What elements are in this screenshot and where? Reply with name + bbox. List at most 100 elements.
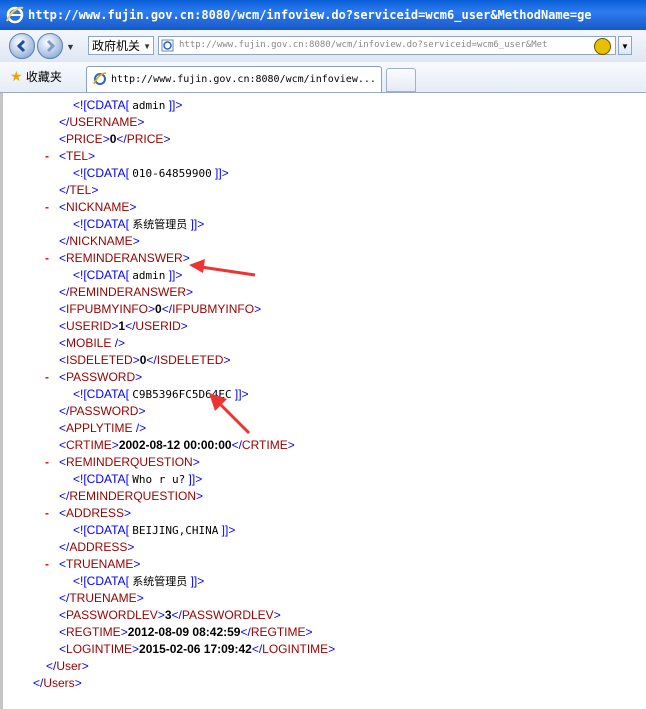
favorites-bar: ★ 收藏夹 http://www.fujin.gov.cn:8080/wcm/i…	[0, 62, 646, 93]
collapse-toggle[interactable]: -	[45, 149, 49, 163]
address-dropdown-button[interactable]: ▼	[618, 36, 632, 55]
xml-line: <![CDATA[ BEIJING,CHINA ]]>	[73, 523, 236, 537]
xml-tag-name: TRUENAME	[69, 591, 137, 605]
xml-line: </PASSWORD>	[59, 404, 146, 418]
annotation-arrow-reminderanswer	[189, 259, 256, 277]
xml-line: <![CDATA[ admin ]]>	[73, 268, 183, 282]
collapse-toggle[interactable]: -	[45, 455, 49, 469]
xml-tag-name: REGTIME	[66, 625, 121, 639]
navigation-bar: ▼ 政府机关 ▼ http://www.fujin.gov.cn:8080/wc…	[0, 30, 646, 63]
back-arrow-icon	[16, 39, 26, 53]
xml-tag-name: PRICE	[126, 132, 164, 146]
xml-line: </TEL>	[59, 183, 99, 197]
new-tab-button[interactable]	[386, 68, 416, 92]
tab-ie-icon	[93, 72, 107, 85]
history-dropdown-icon[interactable]: ▼	[66, 42, 75, 52]
xml-line: </TRUENAME>	[59, 591, 144, 605]
window-title-bar: http://www.fujin.gov.cn:8080/wcm/infovie…	[0, 0, 646, 30]
xml-line: - <REMINDERANSWER>	[45, 251, 190, 265]
cdata-value: 系统管理员	[132, 575, 188, 588]
xml-line: <![CDATA[ admin ]]>	[73, 98, 183, 112]
collapse-toggle[interactable]: -	[45, 200, 49, 214]
xml-tag-name: IFPUBMYINFO	[66, 302, 149, 316]
forward-arrow-icon	[46, 39, 56, 53]
xml-tag-name: APPLYTIME	[66, 421, 133, 435]
collapse-toggle[interactable]: -	[45, 251, 49, 265]
cdata-value: BEIJING,CHINA	[132, 524, 219, 537]
xml-line: - <ADDRESS>	[45, 506, 132, 520]
cdata-value: Who r u?	[132, 473, 186, 486]
forward-button[interactable]	[37, 33, 63, 59]
star-icon: ★	[10, 68, 23, 84]
xml-line: <![CDATA[ 010-64859900 ]]>	[73, 166, 229, 180]
address-url: http://www.fujin.gov.cn:8080/wcm/infovie…	[179, 40, 548, 50]
xml-line: </Users>	[33, 676, 82, 690]
xml-tag-name: REMINDERANSWER	[66, 251, 183, 265]
xml-tag-name: User	[56, 659, 82, 673]
xml-line: </ADDRESS>	[59, 540, 135, 554]
cdata-value: admin	[132, 99, 166, 112]
cdata-value: admin	[132, 269, 166, 282]
annotation-arrow-password	[209, 393, 251, 435]
xml-tag-name: ISDELETED	[66, 353, 133, 367]
xml-value: 3	[164, 608, 172, 622]
xml-tag-name: PASSWORDLEV	[66, 608, 158, 622]
xml-line: <MOBILE />	[59, 336, 126, 350]
xml-line: <![CDATA[ Who r u? ]]>	[73, 472, 203, 486]
xml-line: </REMINDERQUESTION>	[59, 489, 204, 503]
xml-line: <LOGINTIME>2015-02-06 17:09:42</LOGINTIM…	[59, 642, 336, 656]
xml-tag-name: Users	[43, 676, 75, 690]
xml-tag-name: TEL	[66, 149, 89, 163]
xml-line: <![CDATA[ 系统管理员 ]]>	[73, 217, 205, 231]
xml-line: <PRICE>0</PRICE>	[59, 132, 171, 146]
xml-tag-name: TRUENAME	[66, 557, 134, 571]
tab-title: http://www.fujin.gov.cn:8080/wcm/infovie…	[111, 74, 376, 85]
xml-tag-name: PASSWORDLEV	[181, 608, 274, 622]
xml-line: <ISDELETED>0</ISDELETED>	[59, 353, 231, 367]
xml-tag-name: PASSWORD	[69, 404, 139, 418]
combo-arrow-icon: ▼	[143, 42, 151, 51]
xml-tag-name: REMINDERQUESTION	[66, 455, 193, 469]
xml-line: </REMINDERANSWER>	[59, 285, 194, 299]
xml-line: <APPLYTIME />	[59, 421, 147, 435]
category-combo-value: 政府机关	[92, 39, 141, 53]
xml-line: <![CDATA[ 系统管理员 ]]>	[73, 574, 205, 588]
favorites-label: 收藏夹	[25, 70, 62, 84]
xml-tag-name: USERID	[66, 319, 112, 333]
category-combo[interactable]: 政府机关 ▼	[88, 36, 154, 55]
xml-line: <IFPUBMYINFO>0</IFPUBMYINFO>	[59, 302, 262, 316]
xml-tag-name: LOGINTIME	[66, 642, 133, 656]
xml-value: 2012-08-09 08:42:59	[127, 625, 241, 639]
xml-tag-name: NICKNAME	[69, 234, 133, 248]
xml-line: </NICKNAME>	[59, 234, 140, 248]
collapse-toggle[interactable]: -	[45, 370, 49, 384]
xml-tag-name: USERNAME	[69, 115, 138, 129]
xml-line: </User>	[46, 659, 89, 673]
back-button[interactable]	[9, 33, 35, 59]
xml-line: - <NICKNAME>	[45, 200, 137, 214]
xml-tag-name: LOGINTIME	[262, 642, 329, 656]
compatibility-icon[interactable]	[594, 38, 611, 55]
xml-tag-name: REMINDERQUESTION	[69, 489, 197, 503]
cdata-value: 010-64859900	[132, 167, 212, 180]
xml-tag-name: CRTIME	[66, 438, 112, 452]
xml-viewer: <![CDATA[ admin ]]> </USERNAME> <PRICE>0</…	[0, 93, 646, 709]
tab-active[interactable]: http://www.fujin.gov.cn:8080/wcm/infovie…	[86, 66, 382, 92]
xml-line: <REGTIME>2012-08-09 08:42:59</REGTIME>	[59, 625, 313, 639]
xml-line: <PASSWORDLEV>3</PASSWORDLEV>	[59, 608, 281, 622]
xml-tag-name: TEL	[69, 183, 92, 197]
page-icon	[161, 39, 174, 52]
xml-line: </USERNAME>	[59, 115, 145, 129]
xml-tag-name: REMINDERANSWER	[69, 285, 187, 299]
xml-line: - <PASSWORD>	[45, 370, 143, 384]
address-bar[interactable]: http://www.fujin.gov.cn:8080/wcm/infovie…	[158, 36, 616, 55]
collapse-toggle[interactable]: -	[45, 506, 49, 520]
xml-value: 0	[155, 302, 162, 316]
xml-line: - <TEL>	[45, 149, 96, 163]
xml-tag-name: NICKNAME	[66, 200, 130, 214]
favorites-button[interactable]: ★ 收藏夹	[10, 68, 62, 85]
collapse-toggle[interactable]: -	[45, 557, 49, 571]
xml-value: 2015-02-06 17:09:42	[139, 642, 252, 656]
xml-tag-name: IFPUBMYINFO	[172, 302, 255, 316]
xml-tag-name: PRICE	[66, 132, 103, 146]
